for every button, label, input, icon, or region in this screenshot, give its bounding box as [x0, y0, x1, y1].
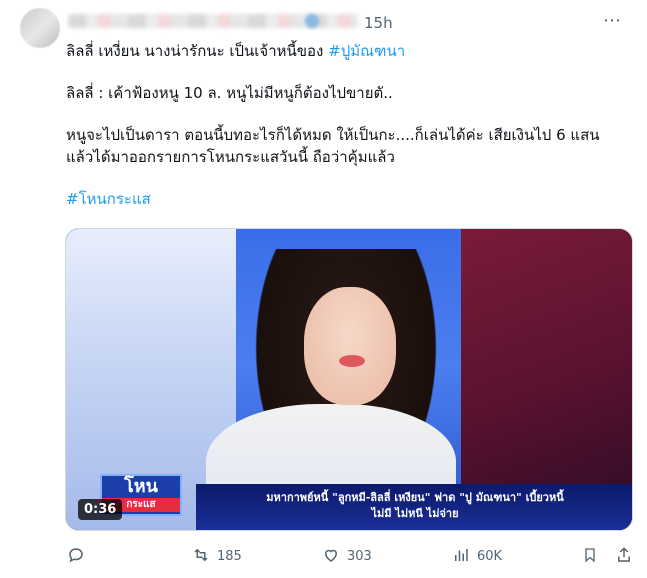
show-logo-main: โหน — [124, 476, 158, 497]
video-person-face — [304, 287, 396, 405]
share-icon — [614, 546, 634, 566]
retweet-count: 185 — [217, 548, 242, 564]
tweet-text: ลิลลี่ เหงี่ยน นางน่ารักนะ เป็นเจ้าหนี้ข… — [66, 40, 626, 210]
analytics-icon — [451, 546, 471, 566]
tweet-line-4: แล้วได้มาออกรายการโหนกระแสวันนี้ ถือว่าค… — [66, 148, 395, 166]
views-button[interactable]: 60K — [451, 546, 502, 566]
more-horizontal-icon[interactable]: ⋯ — [603, 10, 622, 31]
retweet-button[interactable]: 185 — [191, 546, 242, 566]
banner-line-2: ไม่มี ไม่หนี ไม่จ่าย — [371, 507, 459, 520]
avatar[interactable] — [20, 8, 60, 48]
video-duration: 0:36 — [78, 499, 123, 520]
tweet-line-3: หนูจะไปเป็นดารา ตอนนี้บทอะไรก็ได้หมด ให้… — [66, 126, 600, 144]
heart-icon — [321, 546, 341, 566]
like-button[interactable]: 303 — [321, 546, 372, 566]
tweet-header: 15h ⋯ — [20, 8, 630, 48]
reply-icon — [66, 546, 86, 566]
hashtag-link-hon[interactable]: #โหนกระแส — [66, 188, 626, 210]
reply-button[interactable] — [66, 546, 92, 566]
bookmark-button[interactable] — [580, 546, 600, 566]
post-time[interactable]: 15h — [364, 14, 393, 32]
hashtag-link-pu[interactable]: #ปูมัณฑนา — [328, 42, 405, 60]
tweet-line-2: ลิลลี่ : เค้าฟ้องหนู 10 ล. หนูไม่มีหนูก็… — [66, 84, 393, 102]
video-person-lips — [339, 355, 365, 367]
banner-line-1: มหากาพย์หนี้ "ลูกหมี-ลิลลี่ เหงียน" ฟาด … — [266, 491, 564, 504]
news-banner: มหากาพย์หนี้ "ลูกหมี-ลิลลี่ เหงียน" ฟาด … — [196, 484, 632, 530]
like-count: 303 — [347, 548, 372, 564]
tweet-line-1-text: ลิลลี่ เหงี่ยน นางน่ารักนะ เป็นเจ้าหนี้ข… — [66, 42, 329, 60]
retweet-icon — [191, 546, 211, 566]
views-count: 60K — [477, 548, 503, 564]
share-button[interactable] — [614, 546, 634, 566]
tweet-card[interactable]: 15h ⋯ ลิลลี่ เหงี่ยน นางน่ารักนะ เป็นเจ้… — [0, 0, 647, 578]
verified-badge-icon — [305, 14, 319, 28]
bookmark-icon — [580, 546, 600, 566]
tweet-line-1: ลิลลี่ เหงี่ยน นางน่ารักนะ เป็นเจ้าหนี้ข… — [66, 40, 626, 62]
video-player[interactable]: โหน กระแส มหากาพย์หนี้ "ลูกหมี-ลิลลี่ เห… — [65, 228, 633, 531]
action-bar: 185 303 60K — [66, 546, 636, 570]
